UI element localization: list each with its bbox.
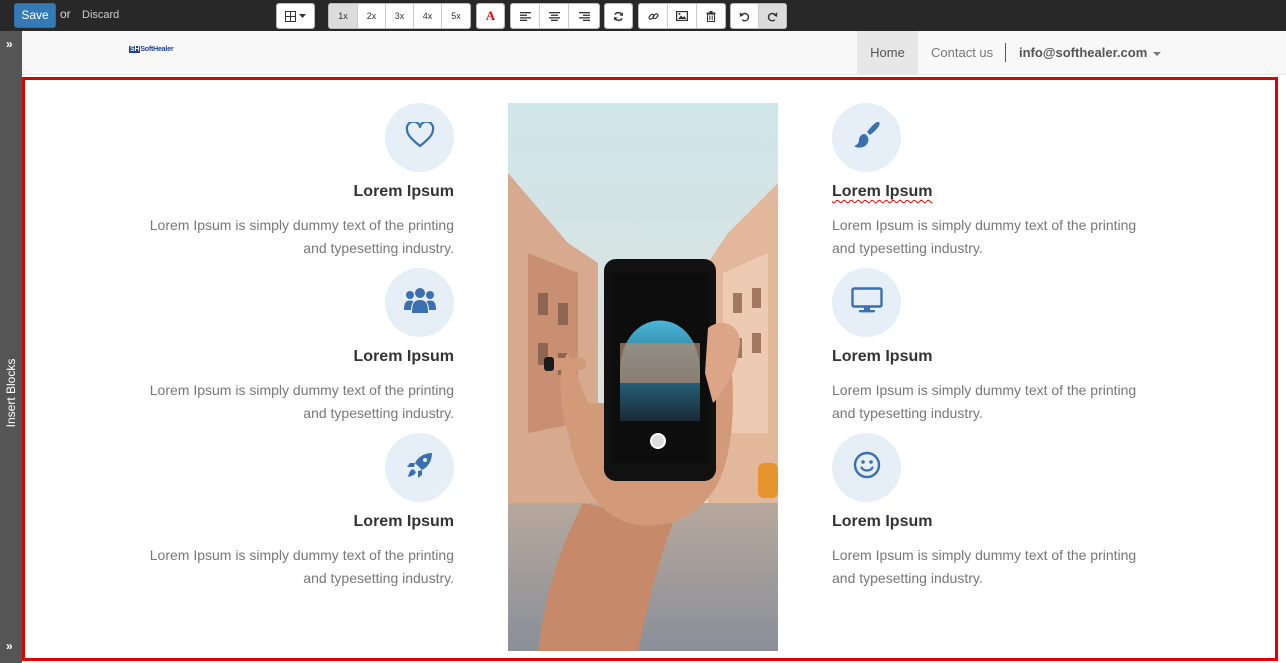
feature-description: Lorem Ipsum is simply dummy text of the …	[149, 382, 454, 421]
feature-title: Lorem Ipsum	[353, 183, 454, 200]
feature-icon-circle	[832, 268, 901, 337]
insert-blocks-label: Insert Blocks	[4, 358, 18, 428]
redo-button[interactable]	[759, 4, 786, 28]
undo-button[interactable]	[731, 4, 759, 28]
size-2x-button[interactable]: 2x	[358, 4, 386, 28]
feature-description: Lorem Ipsum is simply dummy text of the …	[832, 547, 1137, 586]
hand-holding-phone-photo	[508, 103, 778, 651]
redo-icon	[767, 11, 778, 22]
align-center-icon	[548, 11, 560, 21]
trash-icon	[706, 10, 716, 22]
insert-tools-group	[638, 3, 726, 29]
image-button[interactable]	[668, 4, 697, 28]
editor-toolbar: Save or Discard 1x 2x 3x 4x 5x A	[0, 0, 1286, 31]
size-5x-button[interactable]: 5x	[442, 4, 470, 28]
refresh-icon	[613, 11, 624, 22]
feature-icon-circle	[385, 103, 454, 172]
feature-description: Lorem Ipsum is simply dummy text of the …	[149, 217, 454, 256]
save-button[interactable]: Save	[14, 3, 56, 28]
nav-email-label: info@softhealer.com	[1019, 45, 1148, 60]
logo-mark: SH	[129, 46, 141, 53]
site-navbar: SHSoftHealer Home Contact us info@softhe…	[22, 31, 1286, 75]
link-icon	[647, 11, 659, 22]
alignment-group	[510, 3, 600, 29]
logo-text: SoftHealer	[140, 46, 174, 53]
expand-sidebar-icon[interactable]: »	[6, 37, 13, 51]
feature-icon-circle	[832, 103, 901, 172]
caret-down-icon	[299, 14, 306, 18]
users-icon	[403, 286, 437, 319]
site-logo[interactable]: SHSoftHealer	[129, 46, 174, 53]
expand-sidebar-bottom-icon[interactable]: »	[6, 639, 13, 653]
feature-title: Lorem Ipsum	[832, 513, 933, 530]
grid-dropdown-button[interactable]	[277, 4, 314, 28]
align-center-button[interactable]	[540, 4, 569, 28]
feature-title: Lorem Ipsum	[832, 348, 933, 365]
feature-description: Lorem Ipsum is simply dummy text of the …	[149, 547, 454, 586]
smile-icon	[853, 451, 881, 484]
desktop-icon	[850, 287, 883, 318]
nav-home-link[interactable]: Home	[857, 31, 918, 74]
insert-blocks-sidebar[interactable]: » Insert Blocks »	[0, 31, 22, 663]
feature-title: Lorem Ipsum	[353, 513, 454, 530]
size-1x-button[interactable]: 1x	[329, 4, 358, 28]
align-right-button[interactable]	[569, 4, 599, 28]
or-label: or	[60, 7, 71, 21]
grid-icon	[285, 10, 296, 22]
nav-account-dropdown[interactable]: info@softhealer.com	[1019, 45, 1162, 60]
feature-icon-circle	[832, 433, 901, 502]
paintbrush-icon	[852, 120, 882, 155]
size-3x-button[interactable]: 3x	[386, 4, 414, 28]
font-color-icon: A	[485, 8, 496, 23]
feature-description: Lorem Ipsum is simply dummy text of the …	[832, 217, 1137, 256]
grid-dropdown-group	[276, 3, 315, 29]
size-4x-button[interactable]: 4x	[414, 4, 442, 28]
link-button[interactable]	[639, 4, 668, 28]
refresh-group	[604, 3, 633, 29]
undo-icon	[739, 11, 750, 22]
feature-description: Lorem Ipsum is simply dummy text of the …	[832, 382, 1137, 421]
align-right-icon	[578, 11, 590, 21]
nav-contact-link[interactable]: Contact us	[931, 45, 993, 60]
align-left-icon	[519, 11, 531, 21]
size-button-group: 1x 2x 3x 4x 5x	[328, 3, 471, 29]
refresh-button[interactable]	[605, 4, 632, 28]
feature-title: Lorem Ipsum	[353, 348, 454, 365]
image-icon	[676, 11, 688, 21]
feature-title: Lorem Ipsum	[832, 183, 933, 200]
font-color-button[interactable]: A	[477, 4, 504, 28]
history-group	[730, 3, 787, 29]
align-left-button[interactable]	[511, 4, 540, 28]
feature-icon-circle	[385, 268, 454, 337]
heart-icon	[405, 120, 435, 153]
nav-divider	[1005, 43, 1006, 62]
rocket-icon	[406, 451, 434, 484]
discard-button[interactable]: Discard	[82, 9, 119, 21]
feature-icon-circle	[385, 433, 454, 502]
caret-down-icon	[1153, 51, 1162, 56]
font-color-group: A	[476, 3, 505, 29]
delete-button[interactable]	[697, 4, 725, 28]
